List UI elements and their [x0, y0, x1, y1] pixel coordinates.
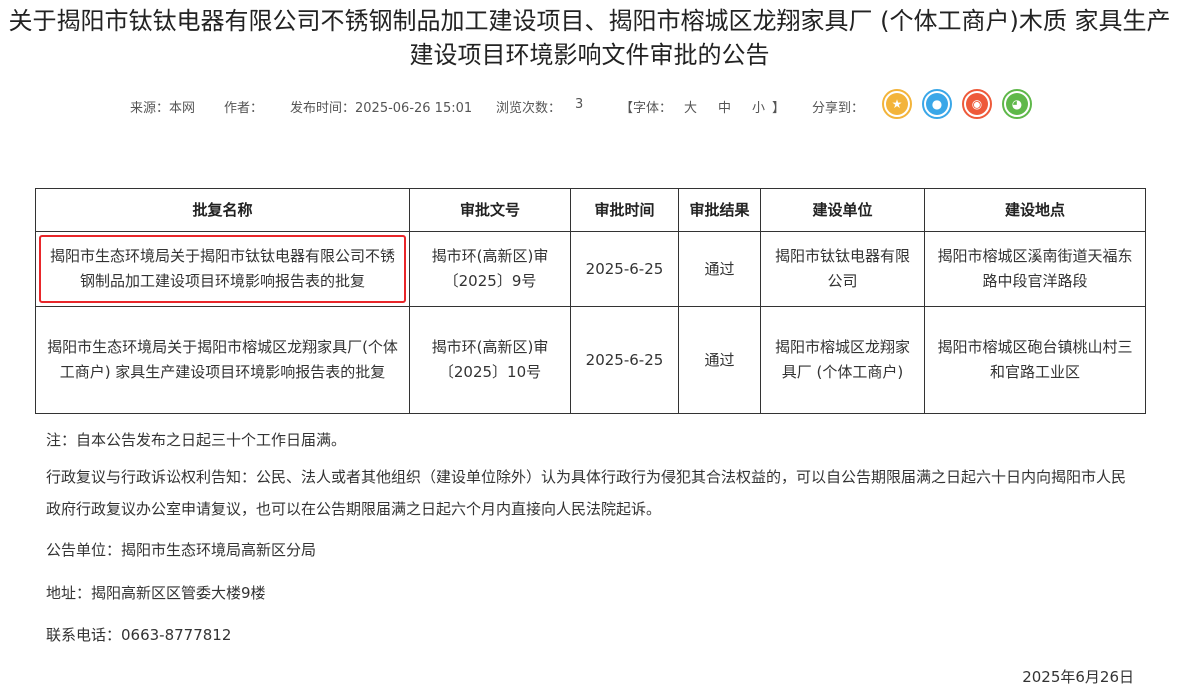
highlight-box [39, 235, 406, 303]
meta-share-label: 分享到： [812, 101, 865, 116]
qq-icon: ● [926, 93, 948, 115]
font-size-large-link[interactable]: 大 [684, 97, 697, 116]
share-qzone-button[interactable]: ★ [882, 89, 912, 119]
weibo-icon: ◉ [966, 93, 988, 115]
cell-construction-unit: 揭阳市榕城区龙翔家具厂 (个体工商户) [760, 306, 925, 414]
header-approval-name: 批复名称 [35, 188, 410, 232]
cell-approval-name[interactable]: 揭阳市生态环境局关于揭阳市榕城区龙翔家具厂(个体工商户) 家具生产建设项目环境影… [35, 306, 410, 414]
table-header-row: 批复名称 审批文号 审批时间 审批结果 建设单位 建设地点 [35, 188, 1146, 232]
header-doc-number: 审批文号 [409, 188, 571, 232]
font-size-small-link[interactable]: 小 [752, 97, 765, 116]
phone-text: 联系电话：0663-8777812 [46, 626, 232, 644]
meta-views-count: 3 [575, 97, 584, 112]
cell-doc-number: 揭市环(高新区)审〔2025〕9号 [409, 231, 571, 307]
wechat-icon: ◕ [1006, 93, 1028, 115]
header-construction-location: 建设地点 [924, 188, 1146, 232]
cell-approval-date: 2025-6-25 [570, 306, 679, 414]
note-text: 注：自本公告发布之日起三十个工作日届满。 [46, 431, 347, 449]
article-title: 关于揭阳市钛钛电器有限公司不锈钢制品加工建设项目、揭阳市榕城区龙翔家具厂 (个体… [0, 4, 1179, 72]
meta-author: 作者： [224, 101, 264, 116]
qzone-icon: ★ [886, 93, 908, 115]
cell-approval-name[interactable]: 揭阳市生态环境局关于揭阳市钛钛电器有限公司不锈钢制品加工建设项目环境影响报告表的… [35, 231, 410, 307]
meta-font-close: 】 [772, 101, 786, 116]
article-title-line2: 建设项目环境影响文件审批的公告 [409, 41, 770, 69]
cell-approval-date: 2025-6-25 [570, 231, 679, 307]
table-row: 揭阳市生态环境局关于揭阳市钛钛电器有限公司不锈钢制品加工建设项目环境影响报告表的… [35, 231, 1146, 307]
cell-approval-result: 通过 [678, 231, 761, 307]
meta-source: 来源：本网 [130, 101, 196, 116]
meta-publish-time: 发布时间：2025-06-26 15:01 [290, 101, 473, 116]
share-weibo-button[interactable]: ◉ [962, 89, 992, 119]
cell-doc-number: 揭市环(高新区)审〔2025〕10号 [409, 306, 571, 414]
meta-font-open: 【字体： [620, 101, 673, 116]
table-row: 揭阳市生态环境局关于揭阳市榕城区龙翔家具厂(个体工商户) 家具生产建设项目环境影… [35, 306, 1146, 414]
approval-name-text: 揭阳市生态环境局关于揭阳市钛钛电器有限公司不锈钢制品加工建设项目环境影响报告表的… [49, 247, 395, 290]
meta-views-label: 浏览次数： [496, 101, 562, 116]
cell-construction-location: 揭阳市榕城区砲台镇桃山村三和官路工业区 [924, 306, 1146, 414]
header-approval-result: 审批结果 [678, 188, 761, 232]
address-text: 地址：揭阳高新区区管委大楼9楼 [46, 584, 266, 602]
cell-construction-unit: 揭阳市钛钛电器有限公司 [760, 231, 925, 307]
cell-construction-location: 揭阳市榕城区溪南街道天福东路中段官洋路段 [924, 231, 1146, 307]
cell-approval-result: 通过 [678, 306, 761, 414]
article-title-line1: 关于揭阳市钛钛电器有限公司不锈钢制品加工建设项目、揭阳市榕城区龙翔家具厂 (个体… [8, 7, 1171, 35]
issuer-text: 公告单位：揭阳市生态环境局高新区分局 [46, 541, 317, 559]
approval-table: 批复名称 审批文号 审批时间 审批结果 建设单位 建设地点 揭阳市生态环境局关于… [35, 188, 1146, 414]
header-approval-date: 审批时间 [570, 188, 679, 232]
font-size-medium-link[interactable]: 中 [718, 97, 731, 116]
announcement-date: 2025年6月26日 [1022, 668, 1134, 686]
share-qq-button[interactable]: ● [922, 89, 952, 119]
share-wechat-button[interactable]: ◕ [1002, 89, 1032, 119]
appeal-notice: 行政复议与行政诉讼权利告知：公民、法人或者其他组织（建设单位除外）认为具体行政行… [46, 468, 1127, 518]
approval-name-text: 揭阳市生态环境局关于揭阳市榕城区龙翔家具厂(个体工商户) 家具生产建设项目环境影… [47, 338, 398, 381]
header-construction-unit: 建设单位 [760, 188, 925, 232]
